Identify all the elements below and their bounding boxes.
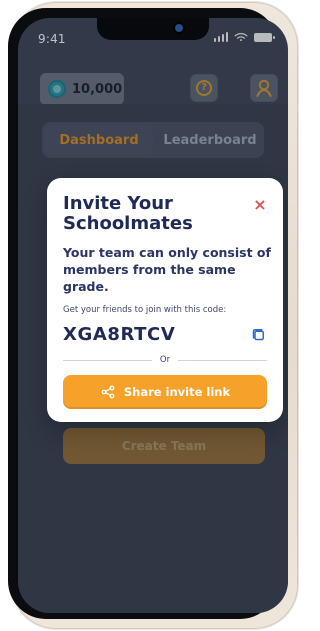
share-icon	[101, 385, 115, 399]
share-invite-link-button[interactable]: Share invite link	[63, 375, 267, 409]
modal-title: Invite Your Schoolmates	[63, 193, 193, 234]
share-invite-link-label: Share invite link	[123, 385, 231, 399]
invite-code-row: XGA8RTCV	[63, 324, 267, 345]
divider-line-left	[63, 359, 152, 361]
divider-line-right	[178, 359, 267, 361]
divider-label: Or	[159, 355, 171, 365]
invite-modal: × Invite Your Schoolmates Your team can …	[47, 178, 283, 422]
copy-icon	[252, 328, 264, 340]
invite-code-hint: Get your friends to join with this code:	[63, 305, 227, 315]
close-icon[interactable]: ×	[251, 196, 269, 214]
divider: Or	[63, 355, 267, 365]
copy-code-button[interactable]	[249, 326, 267, 344]
modal-subtitle: Your team can only consist of members fr…	[63, 245, 271, 294]
invite-code: XGA8RTCV	[63, 324, 176, 345]
phone-screen: 9:41 10,000 ? Dashboard Leaderboard Crea…	[18, 18, 288, 613]
